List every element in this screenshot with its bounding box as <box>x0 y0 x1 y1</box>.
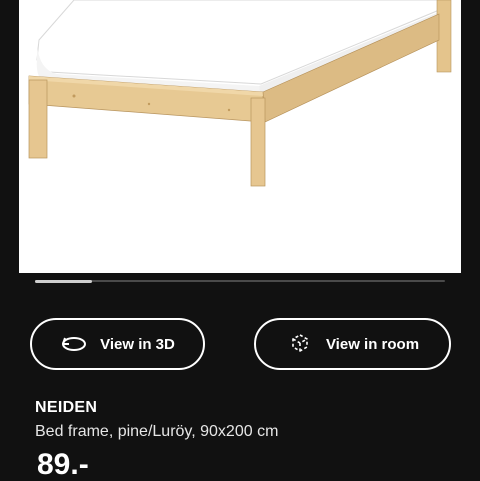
ar-cube-icon <box>286 333 314 355</box>
view-in-3d-label: View in 3D <box>100 335 175 353</box>
product-price: 89.- <box>37 448 89 481</box>
rotate-3d-icon <box>60 333 88 355</box>
bed-frame-illustration <box>28 0 452 187</box>
view-in-room-label: View in room <box>325 335 420 353</box>
view-in-room-button[interactable]: View in room <box>254 318 451 370</box>
product-name: NEIDEN <box>35 399 98 416</box>
product-image[interactable] <box>19 0 461 273</box>
gallery-progress-track[interactable] <box>35 279 445 283</box>
view-in-3d-button[interactable]: View in 3D <box>30 318 205 370</box>
gallery-progress-indicator[interactable] <box>35 279 93 283</box>
product-description: Bed frame, pine/Luröy, 90x200 cm <box>35 423 279 440</box>
